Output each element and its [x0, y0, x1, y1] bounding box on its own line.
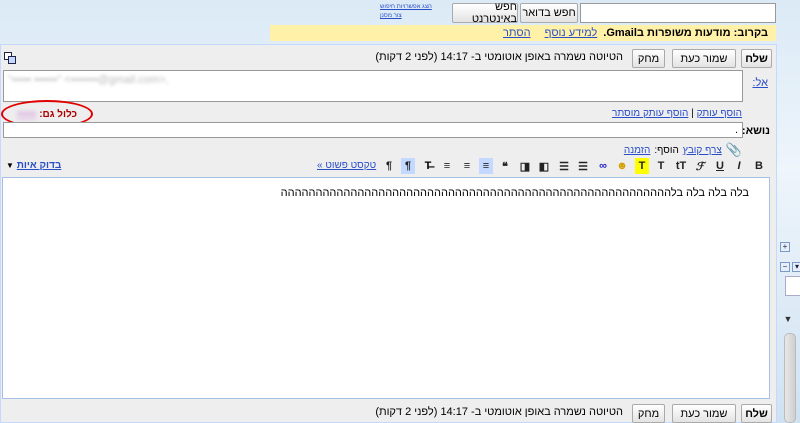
save-now-button-bottom[interactable]: שמור כעת	[672, 404, 736, 423]
pop-out-icon[interactable]	[4, 52, 16, 64]
remove-formatting-icon[interactable]: T̶	[421, 158, 435, 174]
to-label[interactable]: אל:	[752, 77, 768, 89]
show-search-options-link[interactable]: הצג אפשרויות חיפוש	[380, 4, 446, 10]
subject-input[interactable]: .	[3, 122, 743, 138]
notice-text: בקרוב: מודעות משופרות בGmail.	[603, 27, 768, 39]
autosave-status: הטיוטה נשמרה באופן אוטומטי ב- 14:17 (לפנ…	[375, 51, 623, 63]
cc-links: הוסף עותק | הוסף עותק מוסתר	[612, 108, 742, 119]
side-panel: + − ▾ ▼	[777, 0, 800, 423]
text-color-icon[interactable]: T	[654, 158, 668, 174]
message-body[interactable]: בלה בלה בלה בלהההההההההההההההההההההההההה…	[2, 177, 770, 399]
rtl-icon[interactable]: ¶	[401, 158, 415, 174]
spell-check-link[interactable]: בדוק איות	[17, 160, 62, 171]
search-input[interactable]	[580, 3, 776, 23]
learn-more-link[interactable]: למידע נוסף	[545, 27, 598, 39]
ltr-icon[interactable]: ¶	[382, 158, 396, 174]
scrollbar[interactable]	[784, 333, 796, 423]
spell-check[interactable]: בדוק איות ▼	[6, 160, 61, 171]
include-suggestion[interactable]: •••••	[17, 108, 36, 120]
autosave-status-bottom: הטיוטה נשמרה באופן אוטומטי ב- 14:17 (לפנ…	[375, 406, 623, 418]
notice-bar: בקרוב: מודעות משופרות בGmail. למידע נוסף…	[270, 25, 776, 41]
plain-text-link[interactable]: טקסט פשוט »	[317, 160, 376, 171]
subject-value: .	[734, 124, 738, 136]
add-label: הוסף:	[654, 144, 679, 156]
underline-icon[interactable]: U	[713, 158, 727, 174]
font-icon[interactable]: ℱ	[693, 158, 707, 174]
send-button-bottom[interactable]: שלח	[741, 404, 772, 423]
quote-icon[interactable]: ❝	[498, 158, 512, 174]
search-mail-button[interactable]: חפש בדואר	[520, 3, 578, 23]
attach-file-link[interactable]: צרף קובץ	[683, 145, 722, 156]
link-icon[interactable]: ∞	[596, 158, 610, 174]
align-center-icon[interactable]: ≡	[460, 158, 474, 174]
collapse-arrow-icon[interactable]: ▼	[779, 314, 797, 324]
paperclip-icon: 📎	[725, 142, 742, 157]
minus-icon[interactable]: −	[780, 262, 790, 272]
invitation-link[interactable]: הזמנה	[624, 145, 650, 156]
discard-button-bottom[interactable]: מחק	[632, 404, 665, 423]
side-input[interactable]	[785, 276, 800, 296]
add-icon[interactable]: +	[780, 242, 790, 252]
add-cc-link[interactable]: הוסף עותק	[697, 108, 742, 119]
to-field[interactable]: "••••• ••••••" <•••••••@gmail.com>,	[3, 70, 743, 102]
add-bcc-link[interactable]: הוסף עותק מוסתר	[612, 108, 688, 119]
hide-notice-link[interactable]: הסתר	[503, 27, 531, 39]
discard-button[interactable]: מחק	[632, 49, 665, 68]
include-label: כלול גם:	[39, 108, 78, 120]
link-separator: |	[691, 108, 694, 119]
compose-panel: שלח שמור כעת מחק הטיוטה נשמרה באופן אוטו…	[0, 44, 777, 423]
search-web-button[interactable]: חפש באינטרנט	[452, 1, 518, 25]
subject-label: נושא:	[741, 125, 770, 137]
align-right-icon[interactable]: ≡	[479, 158, 493, 174]
create-filter-link[interactable]: צור מסנן	[380, 13, 446, 19]
send-button[interactable]: שלח	[741, 49, 772, 68]
to-value: "••••• ••••••" <•••••••@gmail.com>,	[8, 74, 169, 86]
numbered-list-icon[interactable]: ☰	[576, 158, 590, 174]
spell-check-dropdown-icon[interactable]: ▼	[6, 161, 14, 170]
italic-icon[interactable]: I	[732, 158, 746, 174]
indent-more-icon[interactable]: ◨	[518, 158, 532, 174]
align-left-icon[interactable]: ≡	[440, 158, 454, 174]
highlight-icon[interactable]: T	[635, 158, 649, 174]
font-size-icon[interactable]: tT	[674, 158, 688, 174]
bold-icon[interactable]: B	[752, 158, 766, 174]
emoticon-icon[interactable]: ☻	[615, 158, 629, 174]
indent-less-icon[interactable]: ◧	[537, 158, 551, 174]
bulleted-list-icon[interactable]: ☰	[557, 158, 571, 174]
save-now-button[interactable]: שמור כעת	[672, 49, 736, 68]
dropdown-icon[interactable]: ▾	[792, 262, 800, 272]
attach-row: 📎 צרף קובץ הוסף: הזמנה	[624, 142, 742, 158]
message-text: בלה בלה בלה בלהההההההההההההההההההההההההה…	[280, 187, 749, 199]
